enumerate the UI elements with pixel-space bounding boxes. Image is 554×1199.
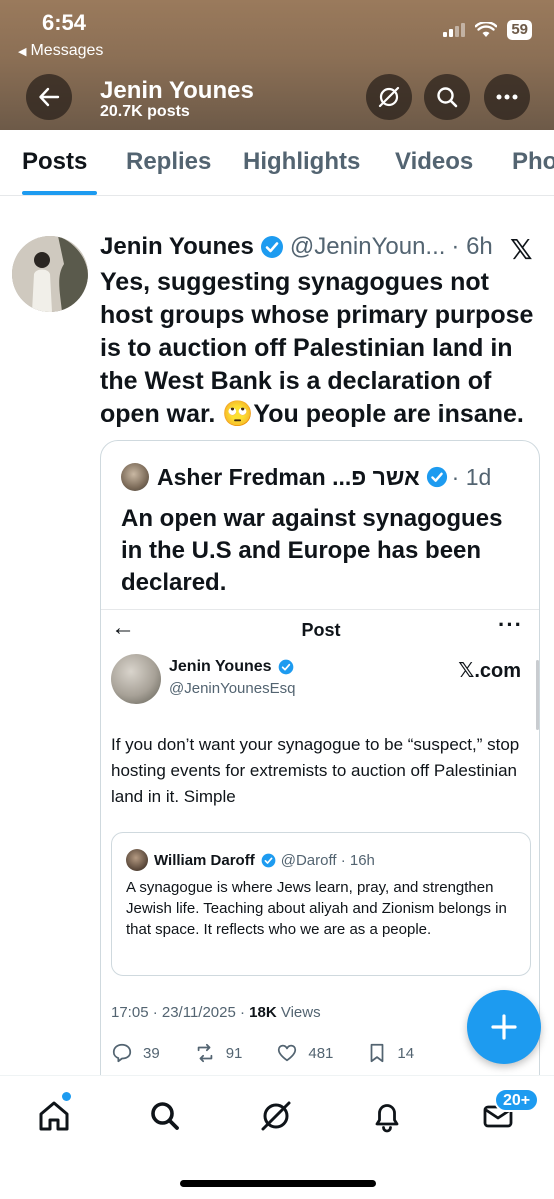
screenshot-reply-stat: 39 <box>111 1042 160 1064</box>
compose-post-button[interactable] <box>467 990 541 1064</box>
screenshot-timestamp-views: 17:05 · 23/11/2025 · 18K Views <box>111 1004 321 1021</box>
active-tab-indicator <box>22 191 97 195</box>
profile-tabs: Posts Replies Highlights Videos Pho <box>0 130 554 196</box>
bookmark-icon <box>371 1043 384 1063</box>
x-logo-icon: 𝕏 <box>510 234 533 265</box>
screenshot-views-count: 18K <box>249 1004 277 1021</box>
back-arrow-icon <box>39 87 60 107</box>
quoted-author-avatar <box>121 463 149 491</box>
screenshot-action-bar: 39 91 481 14 <box>111 1042 531 1064</box>
post-author-name[interactable]: Jenin Younes <box>100 233 254 261</box>
repost-count: 91 <box>225 1044 243 1062</box>
search-icon <box>437 87 458 108</box>
grok-icon <box>378 86 400 108</box>
screenshot-author-handle: @JeninYounesEsq <box>169 680 296 697</box>
home-indicator <box>180 1180 376 1187</box>
nav-grok[interactable] <box>256 1096 296 1136</box>
back-app-label: Messages <box>30 42 104 59</box>
screenshot-title: Post <box>301 620 341 640</box>
verified-badge-icon <box>278 659 293 675</box>
screenshot-post-text: If you don’t want your synagogue to be “… <box>111 735 520 806</box>
inner-quote-text: A synagogue is where Jews learn, pray, a… <box>126 879 507 938</box>
screenshot-bookmark-stat: 14 <box>367 1042 414 1064</box>
screenshot-like-stat: 481 <box>276 1042 333 1064</box>
bookmark-count: 14 <box>397 1044 415 1062</box>
repost-icon <box>197 1043 212 1063</box>
screenshot-scrollbar <box>536 660 539 730</box>
screenshot-author-avatar <box>111 654 161 704</box>
home-icon <box>39 1101 69 1131</box>
inner-quote-avatar <box>126 849 148 871</box>
grok-button[interactable] <box>366 74 412 120</box>
tab-replies[interactable]: Replies <box>126 148 211 176</box>
reply-icon <box>112 1043 132 1063</box>
reply-count: 39 <box>143 1044 160 1062</box>
screenshot-repost-stat: 91 <box>194 1042 243 1064</box>
screenshot-views-label: Views <box>276 1004 321 1021</box>
wifi-icon <box>475 22 498 37</box>
nav-home[interactable] <box>34 1096 74 1136</box>
home-notification-dot <box>62 1092 71 1101</box>
profile-header: 6:54 ◀ Messages 59 Jenin Younes 20.7K po… <box>0 0 554 130</box>
screenshot-inner-quote: William Daroff @Daroff · 16h A synagogue… <box>111 832 531 976</box>
post-author-handle[interactable]: @JeninYoun... <box>290 233 446 261</box>
status-time: 6:54 <box>42 10 87 35</box>
verified-badge-icon <box>426 466 447 488</box>
nav-search[interactable] <box>145 1096 185 1136</box>
bottom-navigation: 20+ <box>0 1075 554 1199</box>
like-count: 481 <box>308 1044 334 1062</box>
more-icon <box>496 94 518 100</box>
search-button[interactable] <box>424 74 470 120</box>
post-time: · 6h <box>451 233 493 260</box>
quoted-author-name: Asher Fredman ...אשר פ <box>157 463 420 490</box>
tab-posts[interactable]: Posts <box>22 148 87 176</box>
verified-badge-icon <box>260 236 283 258</box>
post-header: Jenin Younes @JeninYoun... · 6h <box>100 233 493 261</box>
avatar-photo <box>12 236 88 312</box>
screenshot-timestamp: 17:05 · 23/11/2025 · <box>111 1004 250 1021</box>
inner-quote-header: William Daroff @Daroff · 16h <box>126 849 375 871</box>
tab-photos[interactable]: Pho <box>512 148 554 176</box>
battery-indicator: 59 <box>507 20 532 40</box>
quoted-post-header: Asher Fredman ...אשר פ · 1d <box>121 463 491 491</box>
nav-notifications[interactable] <box>367 1096 407 1136</box>
inner-quote-meta: @Daroff · 16h <box>280 851 375 869</box>
tab-highlights[interactable]: Highlights <box>243 148 360 176</box>
back-triangle-icon: ◀ <box>18 45 27 58</box>
status-indicators: 59 <box>443 20 532 40</box>
screenshot-author-row: Jenin Younes <box>169 658 294 676</box>
post-author-avatar[interactable] <box>12 236 88 312</box>
heart-icon <box>278 1044 297 1062</box>
profile-name: Jenin Younes <box>100 77 254 104</box>
screenshot-author-name: Jenin Younes <box>169 658 272 675</box>
back-to-app-link[interactable]: ◀ Messages <box>18 42 103 60</box>
notifications-icon <box>375 1104 399 1133</box>
verified-badge-icon <box>261 853 276 867</box>
plus-icon <box>491 1014 517 1040</box>
quoted-post-time: · 1d <box>451 463 492 490</box>
quoted-post-text: An open war against synagogues in the U.… <box>121 505 503 596</box>
back-button[interactable] <box>26 74 72 120</box>
tab-videos[interactable]: Videos <box>395 148 473 176</box>
messages-badge: 20+ <box>494 1088 540 1112</box>
x-com-watermark: 𝕏.com <box>458 660 521 682</box>
profile-post-count: 20.7K posts <box>100 103 190 120</box>
signal-icon <box>443 23 466 37</box>
quoted-post-card[interactable]: Asher Fredman ...אשר פ · 1d An open war … <box>100 440 540 1100</box>
search-icon <box>151 1102 179 1130</box>
screenshot-more-icon: ··· <box>498 612 523 637</box>
more-button[interactable] <box>484 74 530 120</box>
grok-icon <box>261 1101 291 1131</box>
inner-quote-author-name: William Daroff <box>154 851 255 869</box>
post-text: Yes, suggesting synagogues not host grou… <box>100 268 534 428</box>
